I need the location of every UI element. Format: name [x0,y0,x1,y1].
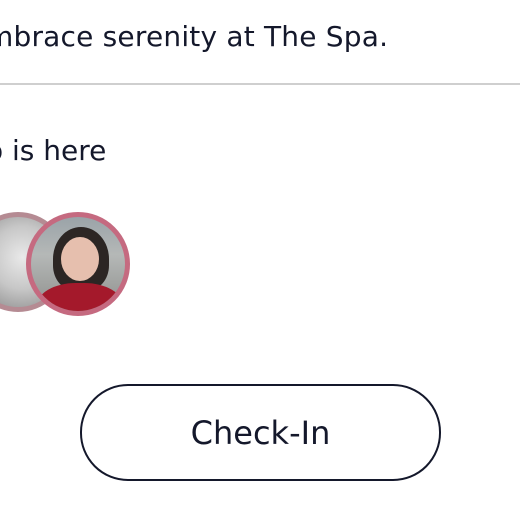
avatar-face [61,237,99,281]
spa-screen: mbrace serenity at The Spa. o is here Ch… [0,0,520,521]
divider [0,83,520,85]
tagline-text: mbrace serenity at The Spa. [0,20,389,53]
check-in-button[interactable]: Check-In [80,384,441,481]
who-is-here-label: o is here [0,134,107,167]
avatar-shirt [37,283,123,311]
avatar[interactable] [26,212,130,316]
